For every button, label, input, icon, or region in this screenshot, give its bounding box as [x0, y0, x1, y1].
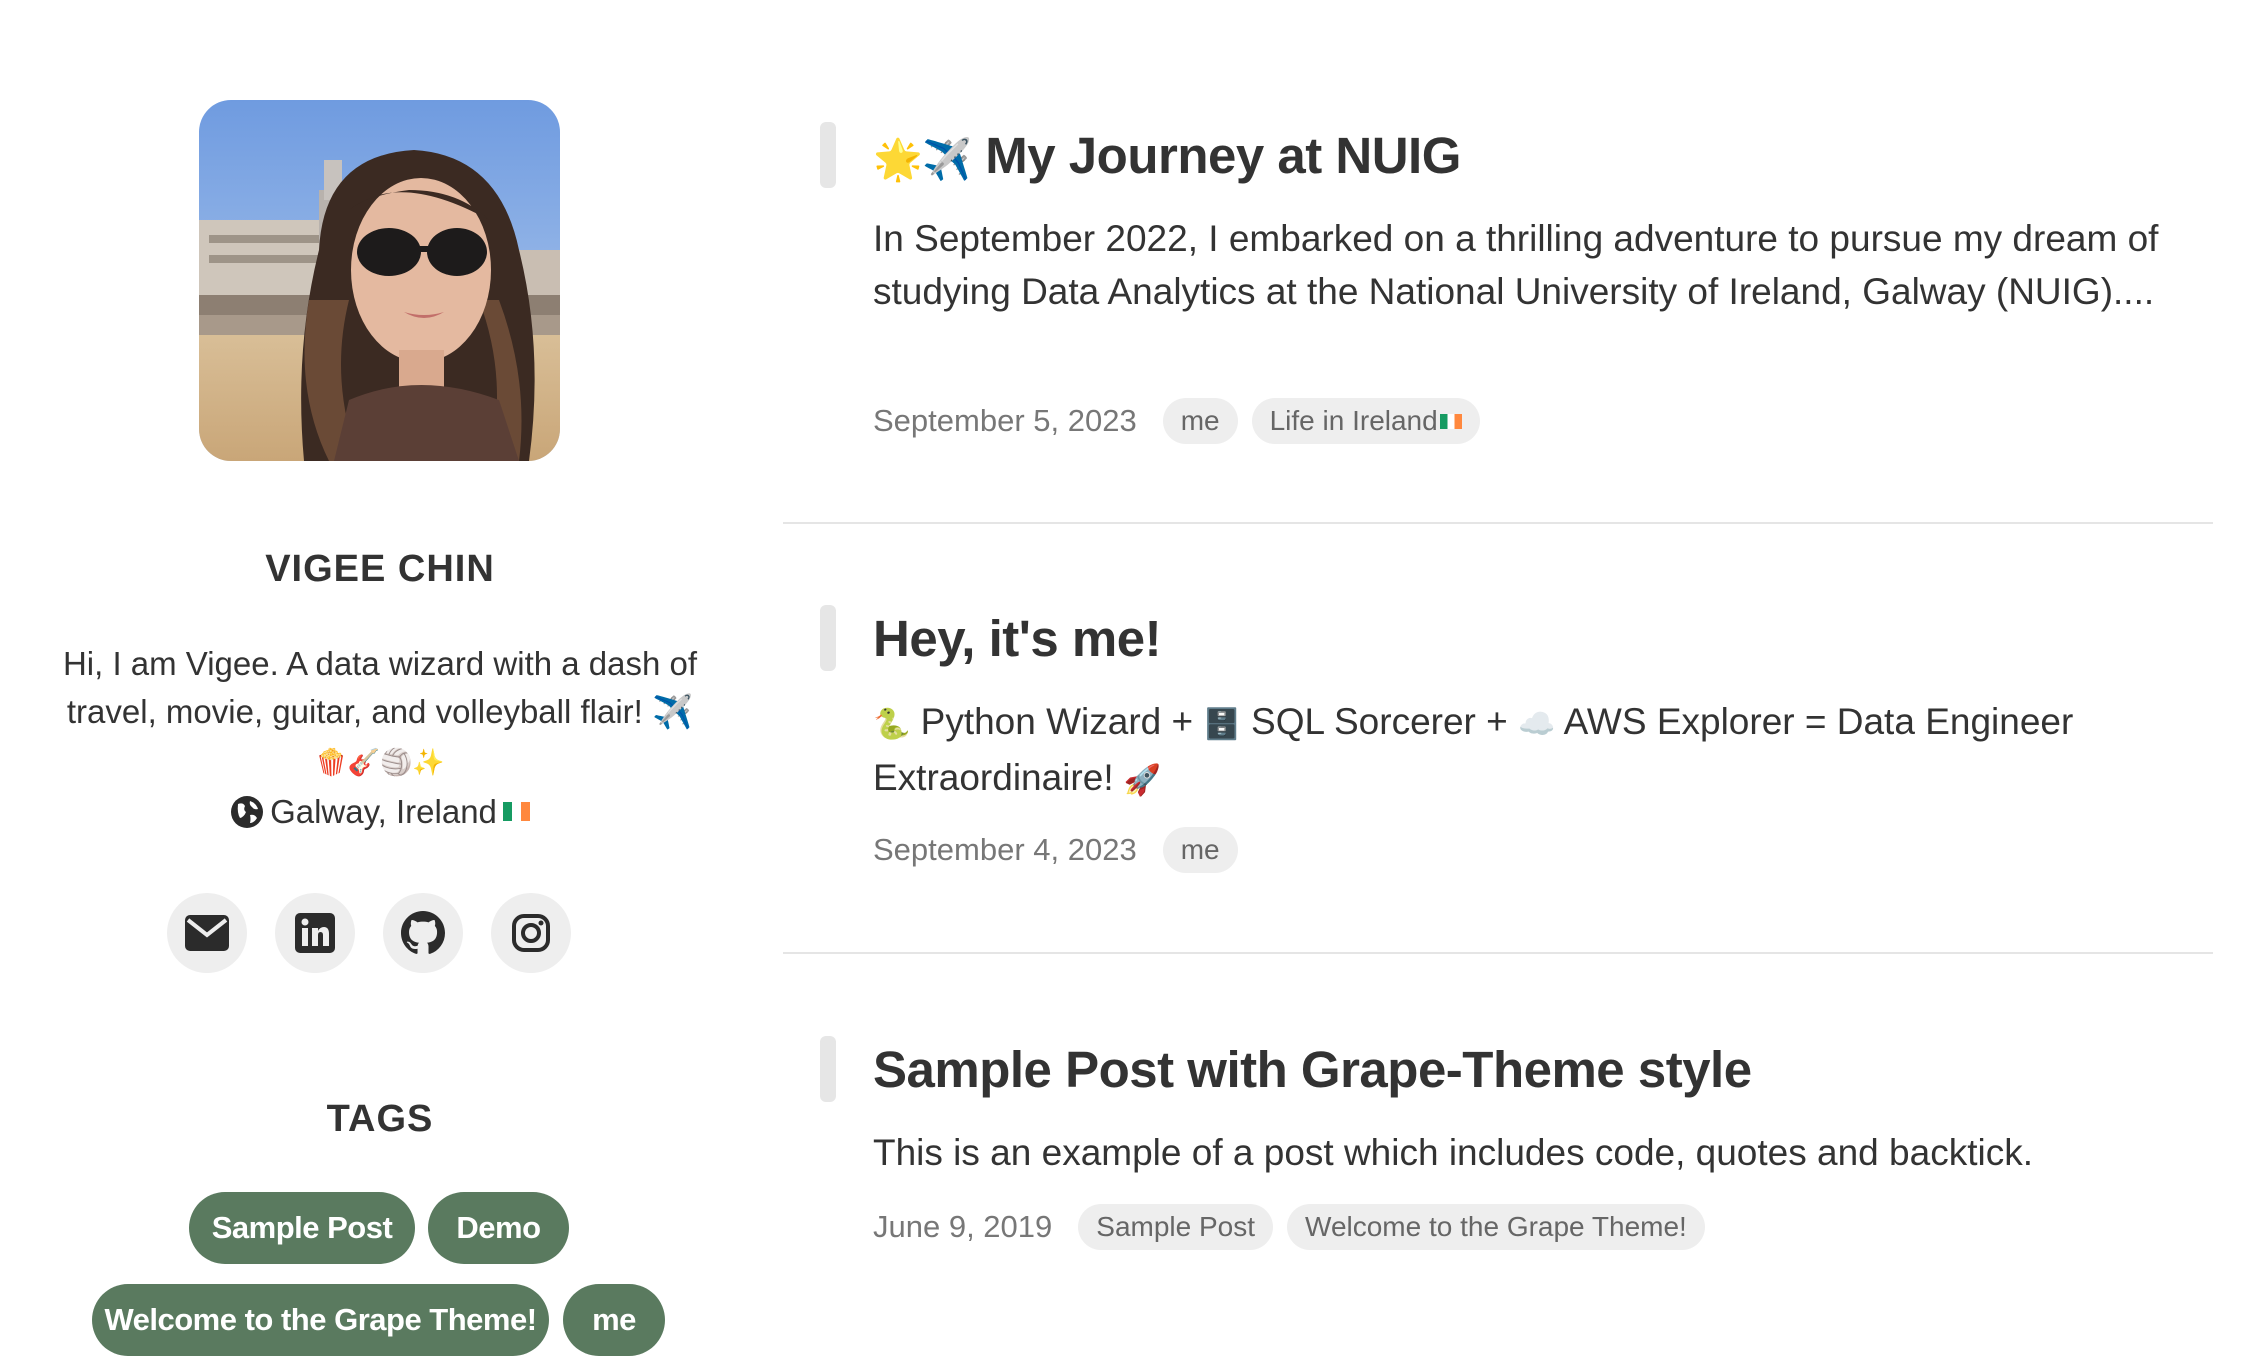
ireland-flag-icon	[1439, 413, 1462, 429]
post-tag-life-in-ireland[interactable]: Life in Ireland	[1251, 398, 1480, 444]
post-tag-label: Life in Ireland	[1269, 405, 1438, 436]
social-links	[167, 893, 607, 973]
post-excerpt: In September 2022, I embarked on a thril…	[873, 218, 2159, 312]
post-date: June 9, 2019	[873, 1209, 1053, 1244]
post-item: Hey, it's me! 🐍 Python Wizard + 🗄️ SQL S…	[820, 605, 2212, 885]
instagram-link[interactable]	[491, 893, 571, 973]
tag-welcome-grape-theme[interactable]: Welcome to the Grape Theme!	[92, 1284, 549, 1356]
post-tag-me[interactable]: me	[1162, 398, 1238, 444]
globe-icon	[230, 795, 264, 837]
avatar	[199, 100, 560, 461]
author-location: Galway, Ireland	[0, 793, 760, 837]
post-date: September 5, 2023	[873, 403, 1137, 438]
author-name: VIGEE CHIN	[265, 548, 495, 590]
linkedin-link[interactable]	[275, 893, 355, 973]
email-link[interactable]	[167, 893, 247, 973]
tag-demo[interactable]: Demo	[428, 1192, 569, 1264]
file-cabinet-icon: 🗄️	[1203, 707, 1241, 742]
post-accent-bar	[820, 122, 836, 188]
snake-icon: 🐍	[873, 707, 911, 742]
post-title-emoji: 🌟✈️	[873, 137, 972, 183]
tags-heading: TAGS	[326, 1098, 434, 1140]
post-tag-me[interactable]: me	[1162, 827, 1238, 873]
post-meta: September 5, 2023 me Life in Ireland	[873, 398, 1494, 444]
sidebar: VIGEE CHIN Hi, I am Vigee. A data wizard…	[0, 0, 760, 1356]
github-link[interactable]	[383, 893, 463, 973]
post-divider	[783, 522, 2213, 524]
excerpt-text: SQL Sorcerer +	[1240, 701, 1519, 742]
instagram-icon	[512, 914, 550, 952]
post-title-text: My Journey at NUIG	[985, 127, 1461, 184]
post-tag-sample-post[interactable]: Sample Post	[1078, 1204, 1274, 1250]
post-meta: September 4, 2023 me	[873, 827, 1252, 873]
post-date: September 4, 2023	[873, 832, 1137, 867]
linkedin-icon	[295, 913, 335, 953]
bio-text: Hi, I am Vigee. A data wizard with a das…	[62, 645, 698, 730]
rocket-icon: 🚀	[1123, 763, 1162, 798]
post-title[interactable]: Sample Post with Grape-Theme style	[873, 1040, 1752, 1099]
post-tag-welcome-grape-theme[interactable]: Welcome to the Grape Theme!	[1287, 1204, 1705, 1250]
post-accent-bar	[820, 1036, 836, 1102]
avatar-photo	[199, 100, 560, 461]
post-item: 🌟✈️ My Journey at NUIG In September 2022…	[820, 120, 2212, 450]
bio-emoji: 🍿🎸🏐✨	[315, 748, 445, 778]
tag-sample-post[interactable]: Sample Post	[189, 1192, 415, 1264]
excerpt-text: Python Wizard +	[910, 701, 1204, 742]
post-excerpt: This is an example of a post which inclu…	[873, 1132, 2033, 1173]
post-title[interactable]: 🌟✈️ My Journey at NUIG	[873, 126, 1461, 185]
post-item: Sample Post with Grape-Theme style This …	[820, 1036, 2212, 1276]
author-bio: Hi, I am Vigee. A data wizard with a das…	[60, 640, 700, 787]
envelope-icon	[185, 915, 229, 951]
post-accent-bar	[820, 605, 836, 671]
post-excerpt: 🐍 Python Wizard + 🗄️ SQL Sorcerer + ☁️ A…	[873, 695, 2203, 807]
post-title[interactable]: Hey, it's me!	[873, 609, 1162, 668]
github-icon	[401, 911, 445, 954]
post-divider	[783, 952, 2213, 954]
location-text: Galway, Ireland	[270, 793, 497, 830]
tag-me[interactable]: me	[563, 1284, 665, 1356]
ireland-flag-icon	[502, 802, 530, 821]
cloud-icon: ☁️	[1518, 707, 1556, 742]
post-meta: June 9, 2019 Sample Post Welcome to the …	[873, 1204, 1719, 1250]
